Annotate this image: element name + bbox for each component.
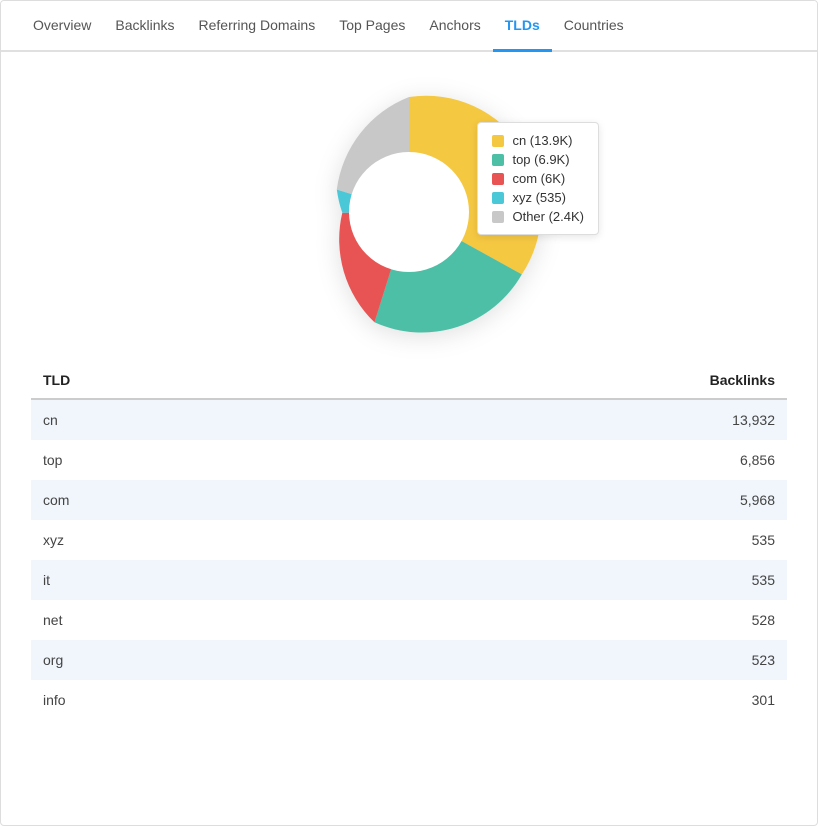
cell-tld: com	[31, 480, 306, 520]
table-header: TLD Backlinks	[31, 362, 787, 399]
nav-tab-overview[interactable]: Overview	[21, 1, 103, 52]
nav-tab-countries[interactable]: Countries	[552, 1, 636, 52]
cell-tld: top	[31, 440, 306, 480]
cell-backlinks: 5,968	[306, 480, 787, 520]
cell-backlinks: 523	[306, 640, 787, 680]
tooltip-color-box	[492, 211, 504, 223]
tooltip-color-box	[492, 192, 504, 204]
chart-tooltip: cn (13.9K) top (6.9K) com (6K) xyz (535) Oth…	[477, 122, 599, 235]
cell-backlinks: 301	[306, 680, 787, 720]
col-backlinks-header: Backlinks	[306, 362, 787, 399]
cell-tld: xyz	[31, 520, 306, 560]
data-table: TLD Backlinks cn13,932top6,856com5,968xy…	[31, 362, 787, 720]
table-row: cn13,932	[31, 399, 787, 440]
nav-tab-backlinks[interactable]: Backlinks	[103, 1, 186, 52]
donut-hole	[349, 152, 469, 272]
nav-tab-tlds[interactable]: TLDs	[493, 1, 552, 52]
cell-tld: info	[31, 680, 306, 720]
cell-backlinks: 13,932	[306, 399, 787, 440]
table-row: net528	[31, 600, 787, 640]
nav-tab-referring-domains[interactable]: Referring Domains	[187, 1, 328, 52]
tooltip-label: xyz (535)	[512, 190, 565, 205]
cell-tld: it	[31, 560, 306, 600]
tooltip-label: Other (2.4K)	[512, 209, 584, 224]
tooltip-color-box	[492, 135, 504, 147]
cell-tld: cn	[31, 399, 306, 440]
table-row: com5,968	[31, 480, 787, 520]
nav-tab-top-pages[interactable]: Top Pages	[327, 1, 417, 52]
tooltip-label: com (6K)	[512, 171, 565, 186]
tooltip-color-box	[492, 154, 504, 166]
tooltip-row: top (6.9K)	[492, 152, 584, 167]
table-row: top6,856	[31, 440, 787, 480]
chart-area: cn (13.9K) top (6.9K) com (6K) xyz (535) Oth…	[1, 52, 817, 362]
tooltip-label: cn (13.9K)	[512, 133, 572, 148]
table-row: xyz535	[31, 520, 787, 560]
main-container: OverviewBacklinksReferring DomainsTop Pa…	[0, 0, 818, 826]
table-row: it535	[31, 560, 787, 600]
cell-tld: net	[31, 600, 306, 640]
tooltip-row: xyz (535)	[492, 190, 584, 205]
cell-tld: org	[31, 640, 306, 680]
tooltip-row: com (6K)	[492, 171, 584, 186]
tooltip-color-box	[492, 173, 504, 185]
col-tld-header: TLD	[31, 362, 306, 399]
table-row: org523	[31, 640, 787, 680]
nav-tab-anchors[interactable]: Anchors	[417, 1, 492, 52]
donut-chart-wrapper: cn (13.9K)top (6.9K)com (6K)xyz (535)Oth…	[279, 82, 539, 342]
table-row: info301	[31, 680, 787, 720]
cell-backlinks: 528	[306, 600, 787, 640]
cell-backlinks: 535	[306, 560, 787, 600]
tooltip-row: cn (13.9K)	[492, 133, 584, 148]
cell-backlinks: 535	[306, 520, 787, 560]
cell-backlinks: 6,856	[306, 440, 787, 480]
tooltip-label: top (6.9K)	[512, 152, 569, 167]
table-body: cn13,932top6,856com5,968xyz535it535net52…	[31, 399, 787, 720]
tooltip-row: Other (2.4K)	[492, 209, 584, 224]
nav-tabs: OverviewBacklinksReferring DomainsTop Pa…	[1, 1, 817, 52]
table-section: TLD Backlinks cn13,932top6,856com5,968xy…	[1, 362, 817, 750]
